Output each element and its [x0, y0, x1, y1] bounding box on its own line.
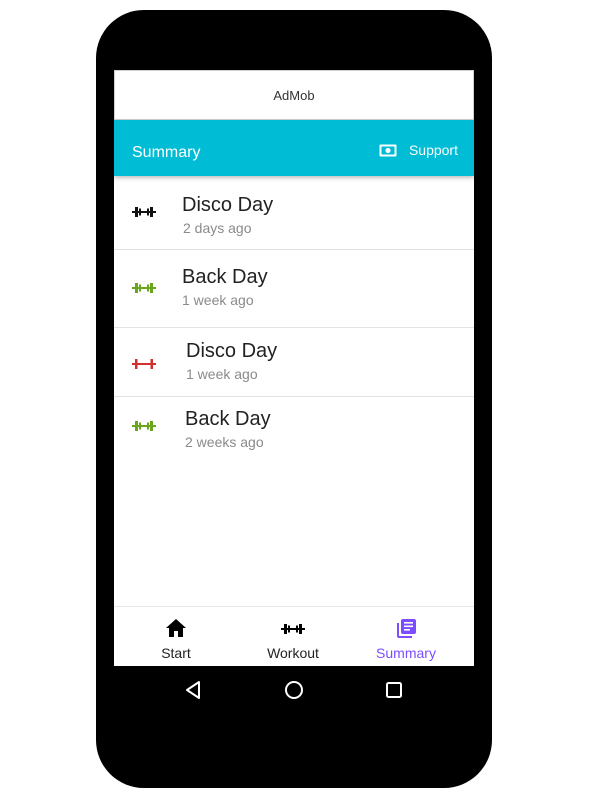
workout-time: 2 days ago	[183, 220, 252, 236]
workout-title: Disco Day	[182, 194, 274, 216]
nav-label: Start	[161, 645, 191, 661]
dumbbell-icon	[132, 282, 156, 294]
ad-banner[interactable]: AdMob	[114, 70, 474, 120]
app-screen: AdMob Summary Support Disco Day 2 days a…	[114, 70, 474, 666]
workout-title: Back Day	[185, 408, 271, 430]
nav-item-start[interactable]: Start	[116, 607, 236, 666]
nav-label: Summary	[376, 645, 436, 661]
system-navigation-bar	[114, 666, 474, 714]
dumbbell-icon	[132, 206, 156, 218]
workout-time: 1 week ago	[186, 366, 258, 382]
app-bar: Summary Support	[114, 120, 474, 176]
ad-banner-label: AdMob	[273, 87, 315, 103]
workout-time: 2 weeks ago	[185, 434, 264, 450]
home-icon	[166, 619, 186, 637]
page-title: Summary	[132, 144, 201, 161]
workout-title: Disco Day	[186, 340, 278, 362]
workout-title: Back Day	[182, 266, 268, 288]
bottom-navigation: Start Workout Summary	[114, 606, 474, 666]
money-icon	[379, 144, 397, 157]
nav-item-workout[interactable]: Workout	[233, 607, 353, 666]
workout-list: Disco Day 2 days ago Back Day 1 week ago	[114, 178, 474, 457]
nav-label: Workout	[267, 645, 319, 661]
support-button[interactable]: Support	[379, 142, 458, 158]
dumbbell-icon	[132, 420, 156, 432]
library-books-icon	[396, 619, 416, 639]
list-item[interactable]: Back Day 1 week ago	[114, 250, 474, 328]
nav-item-summary[interactable]: Summary	[346, 607, 466, 666]
support-label: Support	[408, 142, 458, 158]
list-item[interactable]: Disco Day 2 days ago	[114, 178, 474, 250]
back-icon[interactable]	[182, 678, 206, 702]
home-circle-icon[interactable]	[282, 678, 306, 702]
list-item[interactable]: Disco Day 1 week ago	[114, 328, 474, 397]
dumbbell-icon	[132, 358, 156, 370]
recents-icon[interactable]	[382, 678, 406, 702]
dumbbell-icon	[281, 623, 305, 635]
list-item[interactable]: Back Day 2 weeks ago	[114, 397, 474, 457]
workout-time: 1 week ago	[182, 292, 254, 308]
